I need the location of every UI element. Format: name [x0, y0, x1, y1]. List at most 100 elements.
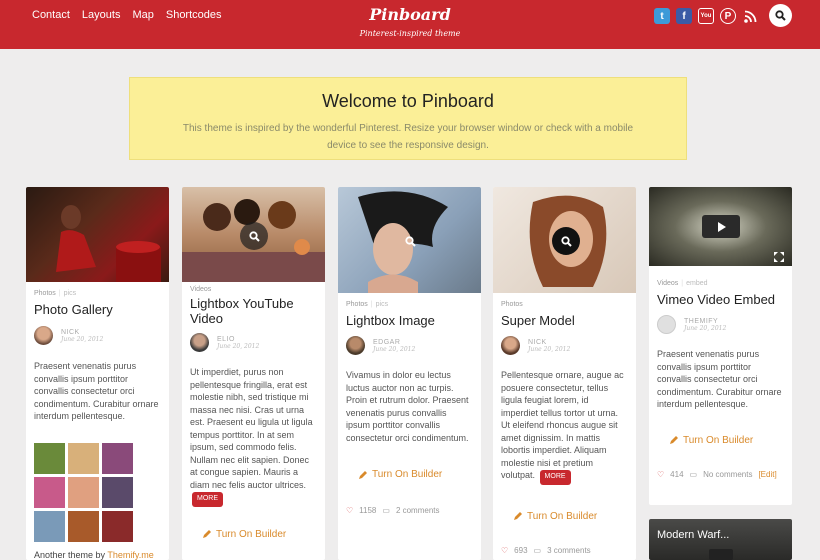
post-title[interactable]: Lightbox YouTube Video	[190, 296, 317, 326]
post-date: June 20, 2012	[528, 345, 571, 353]
post-excerpt: Praesent venenatis purus convallis ipsum…	[34, 361, 159, 421]
post-category[interactable]: Videos | embed	[657, 280, 792, 287]
more-button[interactable]: MORE	[192, 492, 223, 507]
post-stats: ♡ 693 ▭ 3 comments	[501, 546, 636, 555]
edit-link[interactable]: [Edit]	[758, 470, 776, 479]
rss-icon[interactable]	[742, 8, 758, 24]
pencil-icon	[670, 436, 678, 444]
video-title[interactable]: Modern Warf...	[657, 529, 729, 541]
post-title[interactable]: Vimeo Video Embed	[657, 292, 784, 307]
social-links: t f You P	[654, 8, 758, 24]
post-author: THEMIFY June 20, 2012	[657, 315, 784, 334]
post-excerpt: Ut imperdiet, purus non pellentesque fri…	[190, 366, 317, 507]
avatar	[190, 333, 209, 352]
youtube-icon[interactable]: You	[698, 8, 714, 24]
like-count: 693	[514, 545, 528, 555]
comment-icon: ▭	[689, 469, 698, 479]
welcome-title: Welcome to Pinboard	[322, 91, 494, 111]
post-date: June 20, 2012	[684, 324, 727, 332]
pinterest-icon[interactable]: P	[720, 8, 736, 24]
post-image[interactable]	[338, 187, 481, 293]
post-category[interactable]: Videos	[190, 286, 325, 293]
gallery-thumb[interactable]	[34, 442, 65, 474]
theme-credit: Another theme by Themify.me	[34, 549, 154, 560]
comment-count[interactable]: No comments	[703, 470, 752, 479]
gallery-thumb[interactable]	[102, 476, 133, 508]
gallery-thumb[interactable]	[34, 510, 65, 542]
heart-icon[interactable]: ♡	[657, 470, 664, 479]
heart-icon[interactable]: ♡	[501, 546, 508, 555]
themify-link[interactable]: Themify.me	[107, 550, 153, 560]
post-excerpt: Vivamus in dolor eu lectus luctus auctor…	[346, 370, 469, 443]
author-name[interactable]: THEMIFY	[684, 318, 726, 325]
site-tagline: Pinterest-inspired theme	[359, 29, 461, 38]
post-title[interactable]: Photo Gallery	[34, 302, 161, 317]
author-name[interactable]: NICK	[61, 329, 103, 336]
author-name[interactable]: EDGAR	[373, 339, 415, 346]
gallery-thumb[interactable]	[68, 442, 99, 474]
post-image[interactable]	[493, 187, 636, 293]
turn-on-builder-button[interactable]: Turn On Builder	[202, 529, 325, 540]
post-date: June 20, 2012	[217, 342, 260, 350]
post-card-vimeo: Videos | embed Vimeo Video Embed THEMIFY Ju…	[649, 187, 792, 505]
post-card-lightbox-image: Photos | pics Lightbox Image EDGAR June 20,…	[338, 187, 481, 560]
post-author: NICK June 20, 2012	[34, 326, 161, 345]
post-title[interactable]: Lightbox Image	[346, 313, 473, 328]
twitter-icon[interactable]: t	[654, 8, 670, 24]
post-date: June 20, 2012	[373, 345, 416, 353]
avatar	[501, 336, 520, 355]
header-bar: Contact Layouts Map Shortcodes Pinboard …	[0, 0, 820, 49]
turn-on-builder-button[interactable]: Turn On Builder	[513, 511, 636, 522]
gallery-thumb[interactable]	[68, 476, 99, 508]
facebook-icon[interactable]: f	[676, 8, 692, 24]
play-icon[interactable]	[702, 215, 740, 238]
post-stats: ♡ 414 ▭ No comments [Edit]	[657, 470, 792, 479]
pencil-icon	[359, 470, 367, 479]
pencil-icon	[203, 530, 211, 538]
play-icon[interactable]	[709, 549, 733, 560]
comment-icon: ▭	[533, 545, 542, 555]
post-excerpt: Pellentesque ornare, augue ac posuere co…	[501, 369, 628, 485]
like-count: 414	[670, 469, 684, 479]
author-name[interactable]: ELIO	[217, 336, 259, 343]
post-author: ELIO June 20, 2012	[190, 333, 317, 352]
post-category[interactable]: Photos	[501, 301, 636, 308]
gallery-thumb[interactable]	[102, 510, 133, 542]
welcome-box: Welcome to Pinboard This theme is inspir…	[129, 77, 687, 160]
turn-on-builder-button[interactable]: Turn On Builder	[669, 435, 792, 446]
post-stats: ♡ 1158 ▭ 2 comments	[346, 506, 481, 515]
more-button[interactable]: MORE	[539, 470, 571, 485]
post-category[interactable]: Photos | pics	[346, 301, 481, 308]
author-name[interactable]: NICK	[528, 339, 570, 346]
gallery-thumb[interactable]	[68, 510, 99, 542]
post-title[interactable]: Super Model	[501, 313, 628, 328]
welcome-text: This theme is inspired by the wonderful …	[182, 123, 634, 151]
gallery-thumb[interactable]	[34, 476, 65, 508]
pencil-icon	[514, 512, 522, 520]
heart-icon[interactable]: ♡	[346, 506, 353, 515]
zoom-icon[interactable]	[240, 222, 268, 250]
zoom-icon[interactable]	[552, 227, 580, 255]
gallery-thumb[interactable]	[102, 442, 133, 474]
post-card-super-model: Photos Super Model NICK June 20, 2012 Pel…	[493, 187, 636, 560]
post-image[interactable]	[182, 187, 325, 282]
post-image[interactable]	[26, 187, 169, 282]
avatar	[34, 326, 53, 345]
post-date: June 20, 2012	[61, 335, 104, 343]
post-card-modern-warfare[interactable]: Modern Warf...	[649, 519, 792, 560]
gallery-thumbnails	[34, 442, 169, 542]
turn-on-builder-button[interactable]: Turn On Builder	[358, 469, 481, 480]
comment-count[interactable]: 3 comments	[547, 546, 591, 555]
video-player[interactable]	[649, 187, 792, 266]
search-icon[interactable]	[769, 4, 792, 27]
post-category[interactable]: Photos | pics	[34, 290, 169, 297]
zoom-icon[interactable]	[396, 227, 424, 255]
fullscreen-icon[interactable]	[774, 249, 784, 267]
post-card-photo-gallery: Photos | pics Photo Gallery NICK June 20, 2…	[26, 187, 169, 560]
comment-icon: ▭	[382, 506, 390, 515]
avatar	[657, 315, 676, 334]
post-excerpt: Praesent venenatis purus convallis ipsum…	[657, 349, 782, 409]
post-author: NICK June 20, 2012	[501, 336, 628, 355]
post-card-youtube: Videos Lightbox YouTube Video ELIO June 2…	[182, 187, 325, 560]
comment-count[interactable]: 2 comments	[396, 506, 440, 515]
